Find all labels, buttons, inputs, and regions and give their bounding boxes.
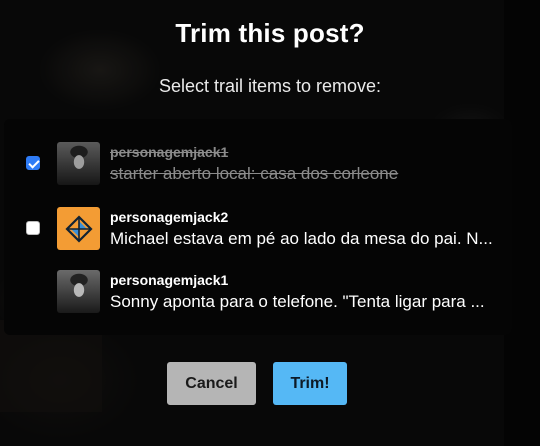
trail-item-checkbox[interactable] (26, 221, 40, 235)
photo-avatar (57, 142, 100, 185)
tumblr-default-avatar (57, 207, 100, 250)
trim-button[interactable]: Trim! (273, 362, 347, 405)
trail-item-text: Sonny aponta para o telefone. "Tenta lig… (110, 292, 485, 311)
cancel-button[interactable]: Cancel (167, 362, 256, 405)
photo-avatar (57, 270, 100, 313)
dialog-title: Trim this post? (175, 18, 365, 48)
trail-item: personagemjack1 Sonny aponta para o tele… (4, 267, 512, 325)
trail-item-text: starter aberto local: casa dos corleone (110, 164, 399, 183)
trail-item[interactable]: personagemjack2 Michael estava em pé ao … (4, 204, 512, 262)
dialog-subtitle: Select trail items to remove: (158, 76, 382, 96)
trail-item-checkbox[interactable] (26, 156, 40, 170)
trail-items-list: personagemjack1 starter aberto local: ca… (4, 119, 512, 335)
trail-item-username: personagemjack2 (110, 209, 229, 225)
trail-item-username: personagemjack1 (110, 144, 229, 160)
diamond-logo-icon (64, 214, 93, 243)
trail-item[interactable]: personagemjack1 starter aberto local: ca… (4, 139, 512, 197)
trail-item-text: Michael estava em pé ao lado da mesa do … (110, 229, 493, 248)
trail-item-username: personagemjack1 (110, 272, 229, 288)
